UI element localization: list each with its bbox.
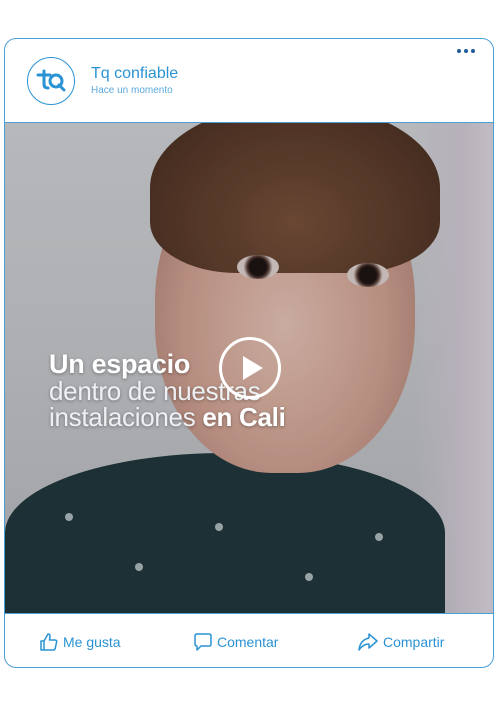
play-button[interactable] (219, 337, 281, 399)
share-label: Compartir (383, 634, 445, 650)
post-card: Tq confiable Hace un momento Un espacio … (4, 38, 494, 668)
more-options-icon[interactable] (453, 45, 479, 57)
avatar[interactable] (27, 57, 75, 105)
post-actions: Me gusta Comentar Compartir (5, 613, 493, 667)
share-arrow-icon (358, 633, 378, 651)
comment-button[interactable]: Comentar (193, 632, 278, 652)
like-label: Me gusta (63, 634, 121, 650)
play-icon (243, 356, 263, 380)
post-header: Tq confiable Hace un momento (5, 39, 493, 123)
comment-icon (194, 633, 212, 651)
tq-logo-icon (36, 69, 66, 92)
comment-label: Comentar (217, 634, 279, 650)
thumbs-up-icon (40, 633, 58, 651)
video-player[interactable]: Un espacio dentro de nuestras instalacio… (5, 123, 493, 613)
like-button[interactable]: Me gusta (39, 632, 121, 652)
page-name[interactable]: Tq confiable (91, 65, 178, 83)
video-caption-line3: instalaciones en Cali (49, 402, 286, 432)
share-button[interactable]: Compartir (357, 632, 444, 652)
post-timestamp: Hace un momento (91, 85, 173, 96)
